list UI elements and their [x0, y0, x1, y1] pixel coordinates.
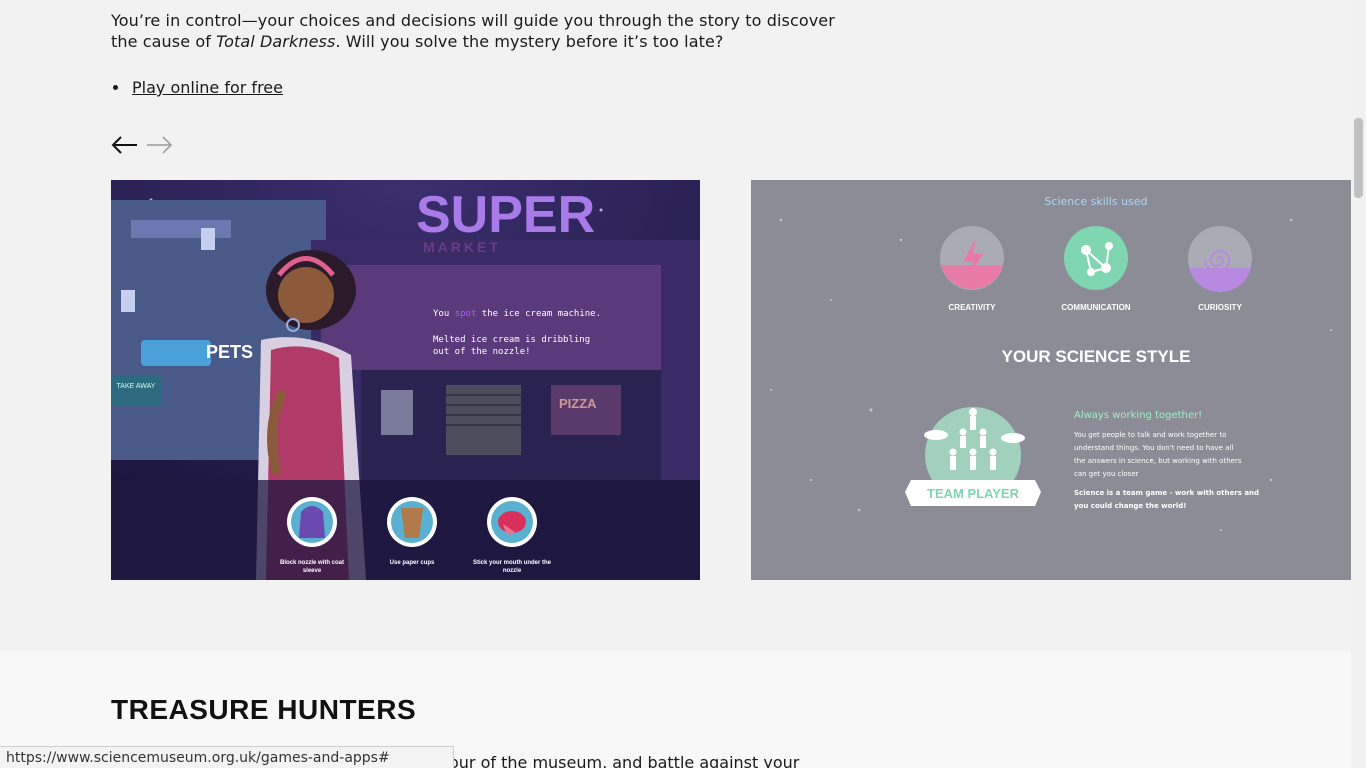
result-title: Always working together! — [1074, 410, 1202, 421]
science-style-illustration: Science skills used CREATIVITY COMMUNICA… — [751, 180, 1351, 580]
narration-line-2: Melted ice cream is dribbling — [433, 335, 590, 345]
science-style-title: YOUR SCIENCE STYLE — [1002, 347, 1191, 366]
super-sign: SUPER — [416, 186, 595, 244]
pizza-sign: PIZZA — [559, 396, 597, 411]
choice-label-2: sleeve — [303, 568, 322, 574]
play-online-link[interactable]: Play online for free — [132, 78, 283, 97]
status-bar-url: https://www.sciencemuseum.org.uk/games-a… — [0, 746, 454, 768]
pets-sign: PETS — [206, 342, 253, 362]
take-away-sign: TAKE AWAY — [117, 383, 156, 390]
intro-text-end: . Will you solve the mystery before it’s… — [335, 32, 724, 51]
game-scene-illustration: PETS TAKE AWAY SUPER MARKET PIZZA You sp… — [111, 180, 700, 580]
narration-line-3: out of the nozzle! — [433, 347, 531, 357]
choice-label: Stick your mouth under the — [473, 560, 552, 566]
svg-text:understand things. You don't n: understand things. You don't need to hav… — [1074, 444, 1233, 452]
narration-line-1: You spot the ice cream machine. — [433, 309, 601, 319]
game-title-italic: Total Darkness — [216, 32, 336, 51]
mouth-icon — [498, 511, 526, 533]
svg-text:can get you closer: can get you closer — [1074, 470, 1139, 478]
page-scrollbar[interactable] — [1351, 0, 1366, 768]
svg-text:you could change the world!: you could change the world! — [1074, 502, 1186, 510]
svg-text:the answers in science, but wo: the answers in science, but working with… — [1074, 457, 1242, 465]
list-item: Play online for free — [130, 78, 283, 97]
svg-text:Science is a team game - work: Science is a team game - work with other… — [1074, 489, 1259, 497]
intro-paragraph: You’re in control—your choices and decis… — [111, 10, 851, 52]
skill-label: CURIOSITY — [1198, 303, 1242, 312]
skill-label: COMMUNICATION — [1061, 303, 1130, 312]
carousel-slide-science-style[interactable]: Science skills used CREATIVITY COMMUNICA… — [751, 180, 1351, 580]
svg-text:You get people to talk and wor: You get people to talk and work together… — [1073, 431, 1226, 439]
scrollbar-thumb[interactable] — [1354, 118, 1363, 198]
game-section: You’re in control—your choices and decis… — [0, 0, 1351, 651]
section-title-treasure-hunters: TREASURE HUNTERS — [111, 694, 417, 725]
arrow-right-icon[interactable] — [146, 134, 173, 156]
arrow-left-icon[interactable] — [111, 134, 138, 156]
choice-label-2: nozzle — [503, 568, 522, 574]
skill-label: CREATIVITY — [949, 303, 997, 312]
game-links-list: Play online for free — [130, 78, 283, 97]
choice-label: Block nozzle with coat — [280, 560, 344, 566]
market-sign: MARKET — [423, 239, 501, 255]
team-player-label: TEAM PLAYER — [927, 486, 1020, 501]
choice-label: Use paper cups — [390, 560, 435, 566]
coat-icon — [299, 506, 325, 538]
carousel-nav — [111, 134, 173, 156]
carousel-slide-game-scene[interactable]: PETS TAKE AWAY SUPER MARKET PIZZA You sp… — [111, 180, 700, 580]
skills-header: Science skills used — [1044, 195, 1147, 208]
